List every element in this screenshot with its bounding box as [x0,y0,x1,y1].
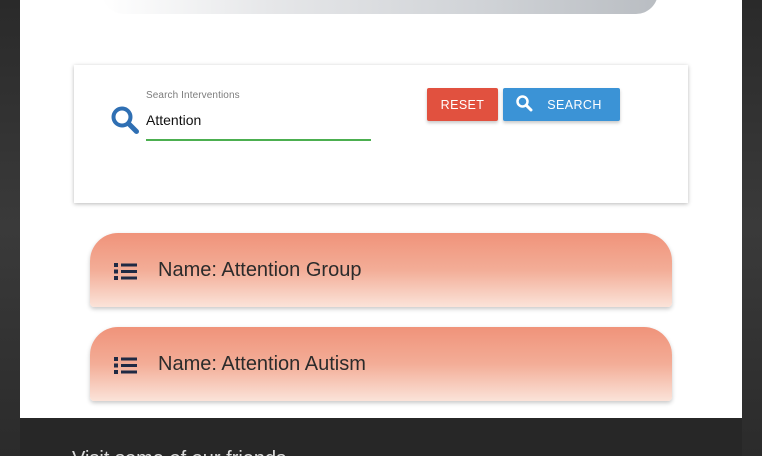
result-name: Name: Attention Autism [158,353,366,375]
search-field-label: Search Interventions [146,90,240,101]
search-button-icon [515,94,533,115]
search-button[interactable]: SEARCH [503,88,620,121]
search-card: Search Interventions RESET SEARCH [74,65,688,203]
result-card[interactable]: Name: Attention Group [90,233,672,307]
right-gutter [742,0,762,456]
reset-button[interactable]: RESET [427,88,498,121]
search-input[interactable] [146,109,371,141]
footer-heading: Visit some of our friends [72,448,286,456]
list-icon [114,356,138,375]
result-name: Name: Attention Group [158,259,362,281]
footer: Visit some of our friends [20,418,742,456]
search-button-label: SEARCH [547,97,602,112]
list-icon [114,262,138,281]
search-icon [110,105,140,135]
header-bar [102,0,658,14]
left-gutter [0,0,20,456]
result-card[interactable]: Name: Attention Autism [90,327,672,401]
page-content: Search Interventions RESET SEARCH [20,0,742,418]
